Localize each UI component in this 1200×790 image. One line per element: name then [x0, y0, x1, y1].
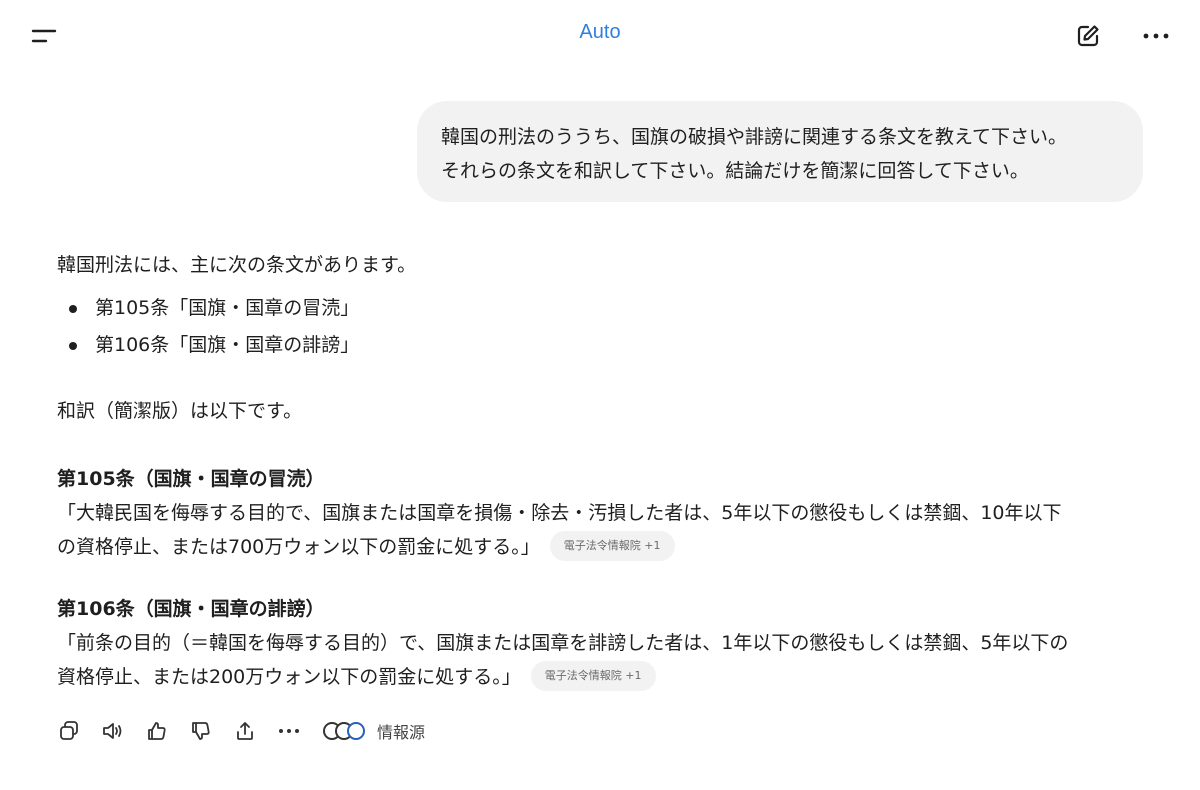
- article-text-line: 「前条の目的（＝韓国を侮辱する目的）で、国旗または国章を誹謗した者は、1年以下の…: [57, 632, 1069, 654]
- bullet-icon: [69, 305, 77, 313]
- sources-button[interactable]: 情報源: [323, 719, 425, 743]
- user-message-line: それらの条文を和訳して下さい。結論だけを簡潔に回答して下さい。: [441, 160, 1029, 182]
- model-selector-title[interactable]: Auto: [0, 21, 1200, 44]
- edit-icon: [1077, 25, 1099, 47]
- article-text: 資格停止、または200万ウォン以下の罰金に処する。」: [57, 666, 521, 688]
- chat-app: Auto 韓国の刑法のううち、国旗の破損や誹謗に関連する条文を教えて下さい。 そ…: [0, 0, 1200, 790]
- article-heading: 第106条（国旗・国章の誹謗）: [57, 598, 325, 620]
- read-aloud-icon: [103, 723, 122, 739]
- article-105: 第105条（国旗・国章の冒涜） 「大韓民国を侮辱する目的で、国旗または国章を損傷…: [57, 462, 1157, 564]
- list-item-text: 第106条「国旗・国章の誹謗」: [95, 334, 360, 356]
- user-message-bubble: 韓国の刑法のううち、国旗の破損や誹謗に関連する条文を教えて下さい。 それらの条文…: [417, 101, 1143, 202]
- user-message-line: 韓国の刑法のううち、国旗の破損や誹謗に関連する条文を教えて下さい。: [441, 126, 1068, 148]
- article-text: の資格停止、または700万ウォン以下の罰金に処する。」: [57, 536, 540, 558]
- more-horizontal-icon: [1143, 33, 1169, 39]
- thumbs-down-icon: [192, 722, 210, 740]
- more-icon: [279, 729, 299, 733]
- thumbs-up-button[interactable]: [145, 719, 169, 743]
- source-favicon-icon: [347, 722, 365, 740]
- thumbs-up-icon: [148, 722, 166, 740]
- read-aloud-button[interactable]: [101, 719, 125, 743]
- article-heading: 第105条（国旗・国章の冒涜）: [57, 468, 325, 490]
- article-text-line: 「大韓民国を侮辱する目的で、国旗または国章を損傷・除去・汚損した者は、5年以下の…: [57, 502, 1062, 524]
- more-options-button[interactable]: [1138, 18, 1174, 54]
- thumbs-down-button[interactable]: [189, 719, 213, 743]
- copy-button[interactable]: [57, 719, 81, 743]
- list-item: 第105条「国旗・国章の冒涜」: [57, 290, 359, 327]
- article-list: 第105条「国旗・国章の冒涜」 第106条「国旗・国章の誹謗」: [57, 290, 359, 364]
- source-citation-chip[interactable]: 電子法令情報院 +1: [530, 660, 656, 691]
- more-actions-button[interactable]: [277, 719, 301, 743]
- copy-icon: [60, 721, 78, 740]
- list-item-text: 第105条「国旗・国章の冒涜」: [95, 297, 360, 319]
- source-citation-chip[interactable]: 電子法令情報院 +1: [549, 530, 675, 561]
- share-button[interactable]: [233, 719, 257, 743]
- source-favicons: [323, 722, 365, 740]
- bullet-icon: [69, 342, 77, 350]
- article-body: 「前条の目的（＝韓国を侮辱する目的）で、国旗または国章を誹謗した者は、1年以下の…: [57, 626, 1157, 694]
- header: Auto: [0, 0, 1200, 70]
- intro-paragraph: 韓国刑法には、主に次の条文があります。: [57, 254, 417, 276]
- list-item: 第106条「国旗・国章の誹謗」: [57, 327, 359, 364]
- article-106: 第106条（国旗・国章の誹謗） 「前条の目的（＝韓国を侮辱する目的）で、国旗また…: [57, 592, 1157, 694]
- message-action-bar: 情報源: [57, 714, 425, 748]
- sources-label: 情報源: [377, 723, 426, 742]
- article-text-line: 資格停止、または200万ウォン以下の罰金に処する。」 電子法令情報院 +1: [57, 660, 1157, 694]
- share-icon: [237, 722, 253, 740]
- article-text-line: の資格停止、または700万ウォン以下の罰金に処する。」 電子法令情報院 +1: [57, 530, 1157, 564]
- article-body: 「大韓民国を侮辱する目的で、国旗または国章を損傷・除去・汚損した者は、5年以下の…: [57, 496, 1157, 564]
- translation-intro: 和訳（簡潔版）は以下です。: [57, 400, 303, 422]
- new-chat-button[interactable]: [1070, 18, 1106, 54]
